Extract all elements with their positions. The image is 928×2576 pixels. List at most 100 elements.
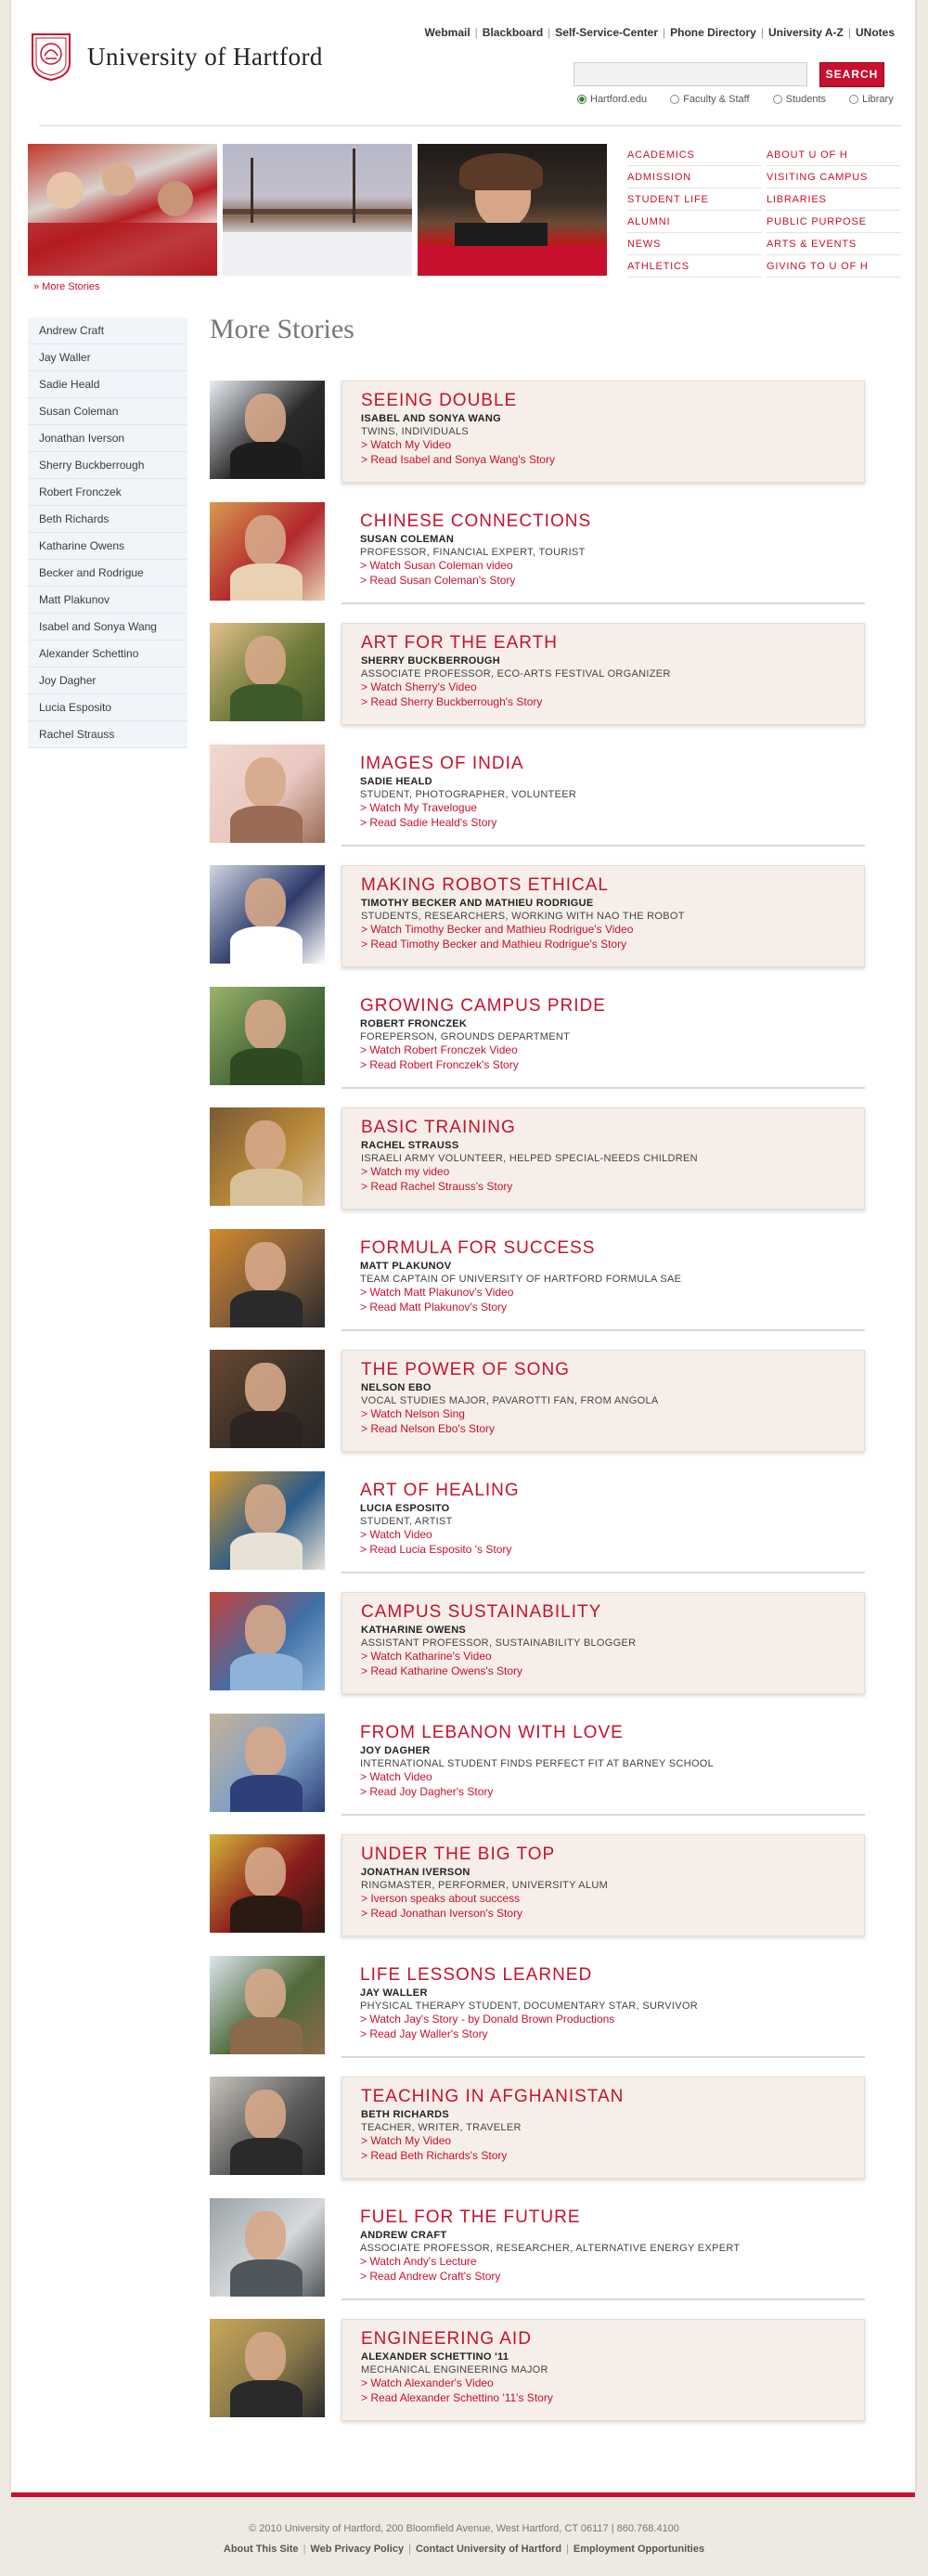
utility-link-blackboard[interactable]: Blackboard [483,26,543,39]
university-seal-logo[interactable] [30,32,72,82]
utility-link-self-service[interactable]: Self-Service-Center [555,26,658,39]
sidebar-item-susan-coleman[interactable]: Susan Coleman [28,398,187,425]
story-photo[interactable] [210,623,325,721]
nav-item-student-life[interactable]: STUDENT LIFE [627,188,762,211]
story-title[interactable]: MAKING ROBOTS ETHICAL [361,875,864,896]
story-read-link[interactable]: > Read Matt Plakunov's Story [360,1301,865,1314]
story-title[interactable]: CHINESE CONNECTIONS [360,511,865,532]
story-watch-video-link[interactable]: > Iverson speaks about success [361,1892,864,1906]
story-title[interactable]: ART OF HEALING [360,1481,865,1501]
sidebar-item-joy-dagher[interactable]: Joy Dagher [28,667,187,694]
story-photo[interactable] [210,1228,325,1327]
sidebar-item-beth-richards[interactable]: Beth Richards [28,506,187,533]
story-photo[interactable] [210,865,325,964]
sidebar-item-robert-fronczek[interactable]: Robert Fronczek [28,479,187,506]
nav-item-libraries[interactable]: LIBRARIES [767,188,901,211]
sidebar-item-lucia-esposito[interactable]: Lucia Esposito [28,694,187,721]
story-read-link[interactable]: > Read Andrew Craft's Story [360,2270,865,2284]
story-watch-video-link[interactable]: > Watch Matt Plakunov's Video [360,1286,865,1300]
story-read-link[interactable]: > Read Beth Richards's Story [361,2149,864,2163]
story-title[interactable]: FROM LEBANON WITH LOVE [360,1723,865,1743]
story-title[interactable]: FUEL FOR THE FUTURE [360,2207,865,2228]
search-button[interactable]: SEARCH [819,62,884,87]
scope-radio-faculty[interactable]: Faculty & Staff [670,94,750,105]
story-photo[interactable] [210,744,325,843]
sidebar-item-matt-plakunov[interactable]: Matt Plakunov [28,587,187,614]
banner-photo-campus-bridge[interactable] [223,144,412,276]
story-watch-video-link[interactable]: > Watch Video [360,1528,865,1542]
story-watch-video-link[interactable]: > Watch Katharine's Video [361,1650,864,1663]
nav-item-visiting-campus[interactable]: VISITING CAMPUS [767,166,901,188]
story-watch-video-link[interactable]: > Watch Video [360,1770,865,1784]
story-read-link[interactable]: > Read Lucia Esposito 's Story [360,1543,865,1557]
story-read-link[interactable]: > Read Susan Coleman's Story [360,574,865,588]
story-read-link[interactable]: > Read Sadie Heald's Story [360,816,865,830]
nav-item-news[interactable]: NEWS [627,233,762,255]
story-photo[interactable] [210,986,325,1085]
story-photo[interactable] [210,1713,325,1812]
sidebar-item-sadie-heald[interactable]: Sadie Heald [28,371,187,398]
story-title[interactable]: FORMULA FOR SUCCESS [360,1238,865,1259]
story-title[interactable]: LIFE LESSONS LEARNED [360,1965,865,1986]
scope-radio-students[interactable]: Students [772,94,826,105]
story-photo[interactable] [210,1592,325,1690]
story-photo[interactable] [210,2197,325,2297]
sidebar-item-jay-waller[interactable]: Jay Waller [28,344,187,371]
story-read-link[interactable]: > Read Katharine Owens's Story [361,1664,864,1678]
story-title[interactable]: IMAGES OF INDIA [360,754,865,774]
story-read-link[interactable]: > Read Nelson Ebo's Story [361,1422,864,1436]
story-title[interactable]: THE POWER OF SONG [361,1360,864,1380]
story-photo[interactable] [210,501,325,601]
story-title[interactable]: UNDER THE BIG TOP [361,1845,864,1865]
story-title[interactable]: ART FOR THE EARTH [361,633,864,654]
story-photo[interactable] [210,2319,325,2417]
story-photo[interactable] [210,1834,325,1933]
footer-link-employment[interactable]: Employment Opportunities [574,2544,704,2555]
story-watch-video-link[interactable]: > Watch Susan Coleman video [360,559,865,573]
story-read-link[interactable]: > Read Isabel and Sonya Wang's Story [361,453,864,467]
story-watch-video-link[interactable]: > Watch Alexander's Video [361,2376,864,2390]
nav-item-alumni[interactable]: ALUMNI [627,211,762,233]
story-watch-video-link[interactable]: > Watch Timothy Becker and Mathieu Rodri… [361,923,864,937]
story-read-link[interactable]: > Read Alexander Schettino '11's Story [361,2391,864,2405]
story-watch-video-link[interactable]: > Watch my video [361,1165,864,1179]
banner-photo-speaker[interactable] [418,144,607,276]
story-photo[interactable] [210,381,325,479]
sidebar-item-andrew-craft[interactable]: Andrew Craft [28,317,187,344]
story-title[interactable]: BASIC TRAINING [361,1118,864,1138]
sidebar-item-rachel-strauss[interactable]: Rachel Strauss [28,721,187,748]
sidebar-item-katharine-owens[interactable]: Katharine Owens [28,533,187,560]
story-watch-video-link[interactable]: > Watch Jay's Story - by Donald Brown Pr… [360,2013,865,2026]
banner-photo-athletes[interactable] [28,144,217,276]
footer-link-privacy[interactable]: Web Privacy Policy [310,2544,404,2555]
story-title[interactable]: SEEING DOUBLE [361,391,864,411]
story-title[interactable]: ENGINEERING AID [361,2329,864,2349]
utility-link-unotes[interactable]: UNotes [856,26,895,39]
story-watch-video-link[interactable]: > Watch My Travelogue [360,801,865,815]
story-read-link[interactable]: > Read Jonathan Iverson's Story [361,1907,864,1921]
nav-item-academics[interactable]: ACADEMICS [627,144,762,166]
nav-item-athletics[interactable]: ATHLETICS [627,255,762,278]
more-stories-link[interactable]: » More Stories [33,281,100,292]
story-title[interactable]: TEACHING IN AFGHANISTAN [361,2087,864,2107]
sidebar-item-alexander-schettino[interactable]: Alexander Schettino [28,641,187,667]
sidebar-item-becker-rodrigue[interactable]: Becker and Rodrigue [28,560,187,587]
utility-link-a-z[interactable]: University A-Z [768,26,844,39]
story-photo[interactable] [210,1107,325,1206]
story-photo[interactable] [210,2077,325,2175]
story-watch-video-link[interactable]: > Watch My Video [361,2134,864,2148]
scope-radio-library[interactable]: Library [849,94,894,105]
story-photo[interactable] [210,1955,325,2054]
nav-item-admission[interactable]: ADMISSION [627,166,762,188]
story-watch-video-link[interactable]: > Watch Andy's Lecture [360,2255,865,2269]
nav-item-arts-events[interactable]: ARTS & EVENTS [767,233,901,255]
story-watch-video-link[interactable]: > Watch Nelson Sing [361,1407,864,1421]
utility-link-webmail[interactable]: Webmail [425,26,470,39]
sidebar-item-isabel-sonya-wang[interactable]: Isabel and Sonya Wang [28,614,187,641]
story-read-link[interactable]: > Read Joy Dagher's Story [360,1785,865,1799]
scope-radio-hartford[interactable]: Hartford.edu [577,94,647,105]
story-watch-video-link[interactable]: > Watch Sherry's Video [361,680,864,694]
footer-link-contact[interactable]: Contact University of Hartford [416,2544,561,2555]
story-title[interactable]: GROWING CAMPUS PRIDE [360,996,865,1016]
story-watch-video-link[interactable]: > Watch Robert Fronczek Video [360,1043,865,1057]
